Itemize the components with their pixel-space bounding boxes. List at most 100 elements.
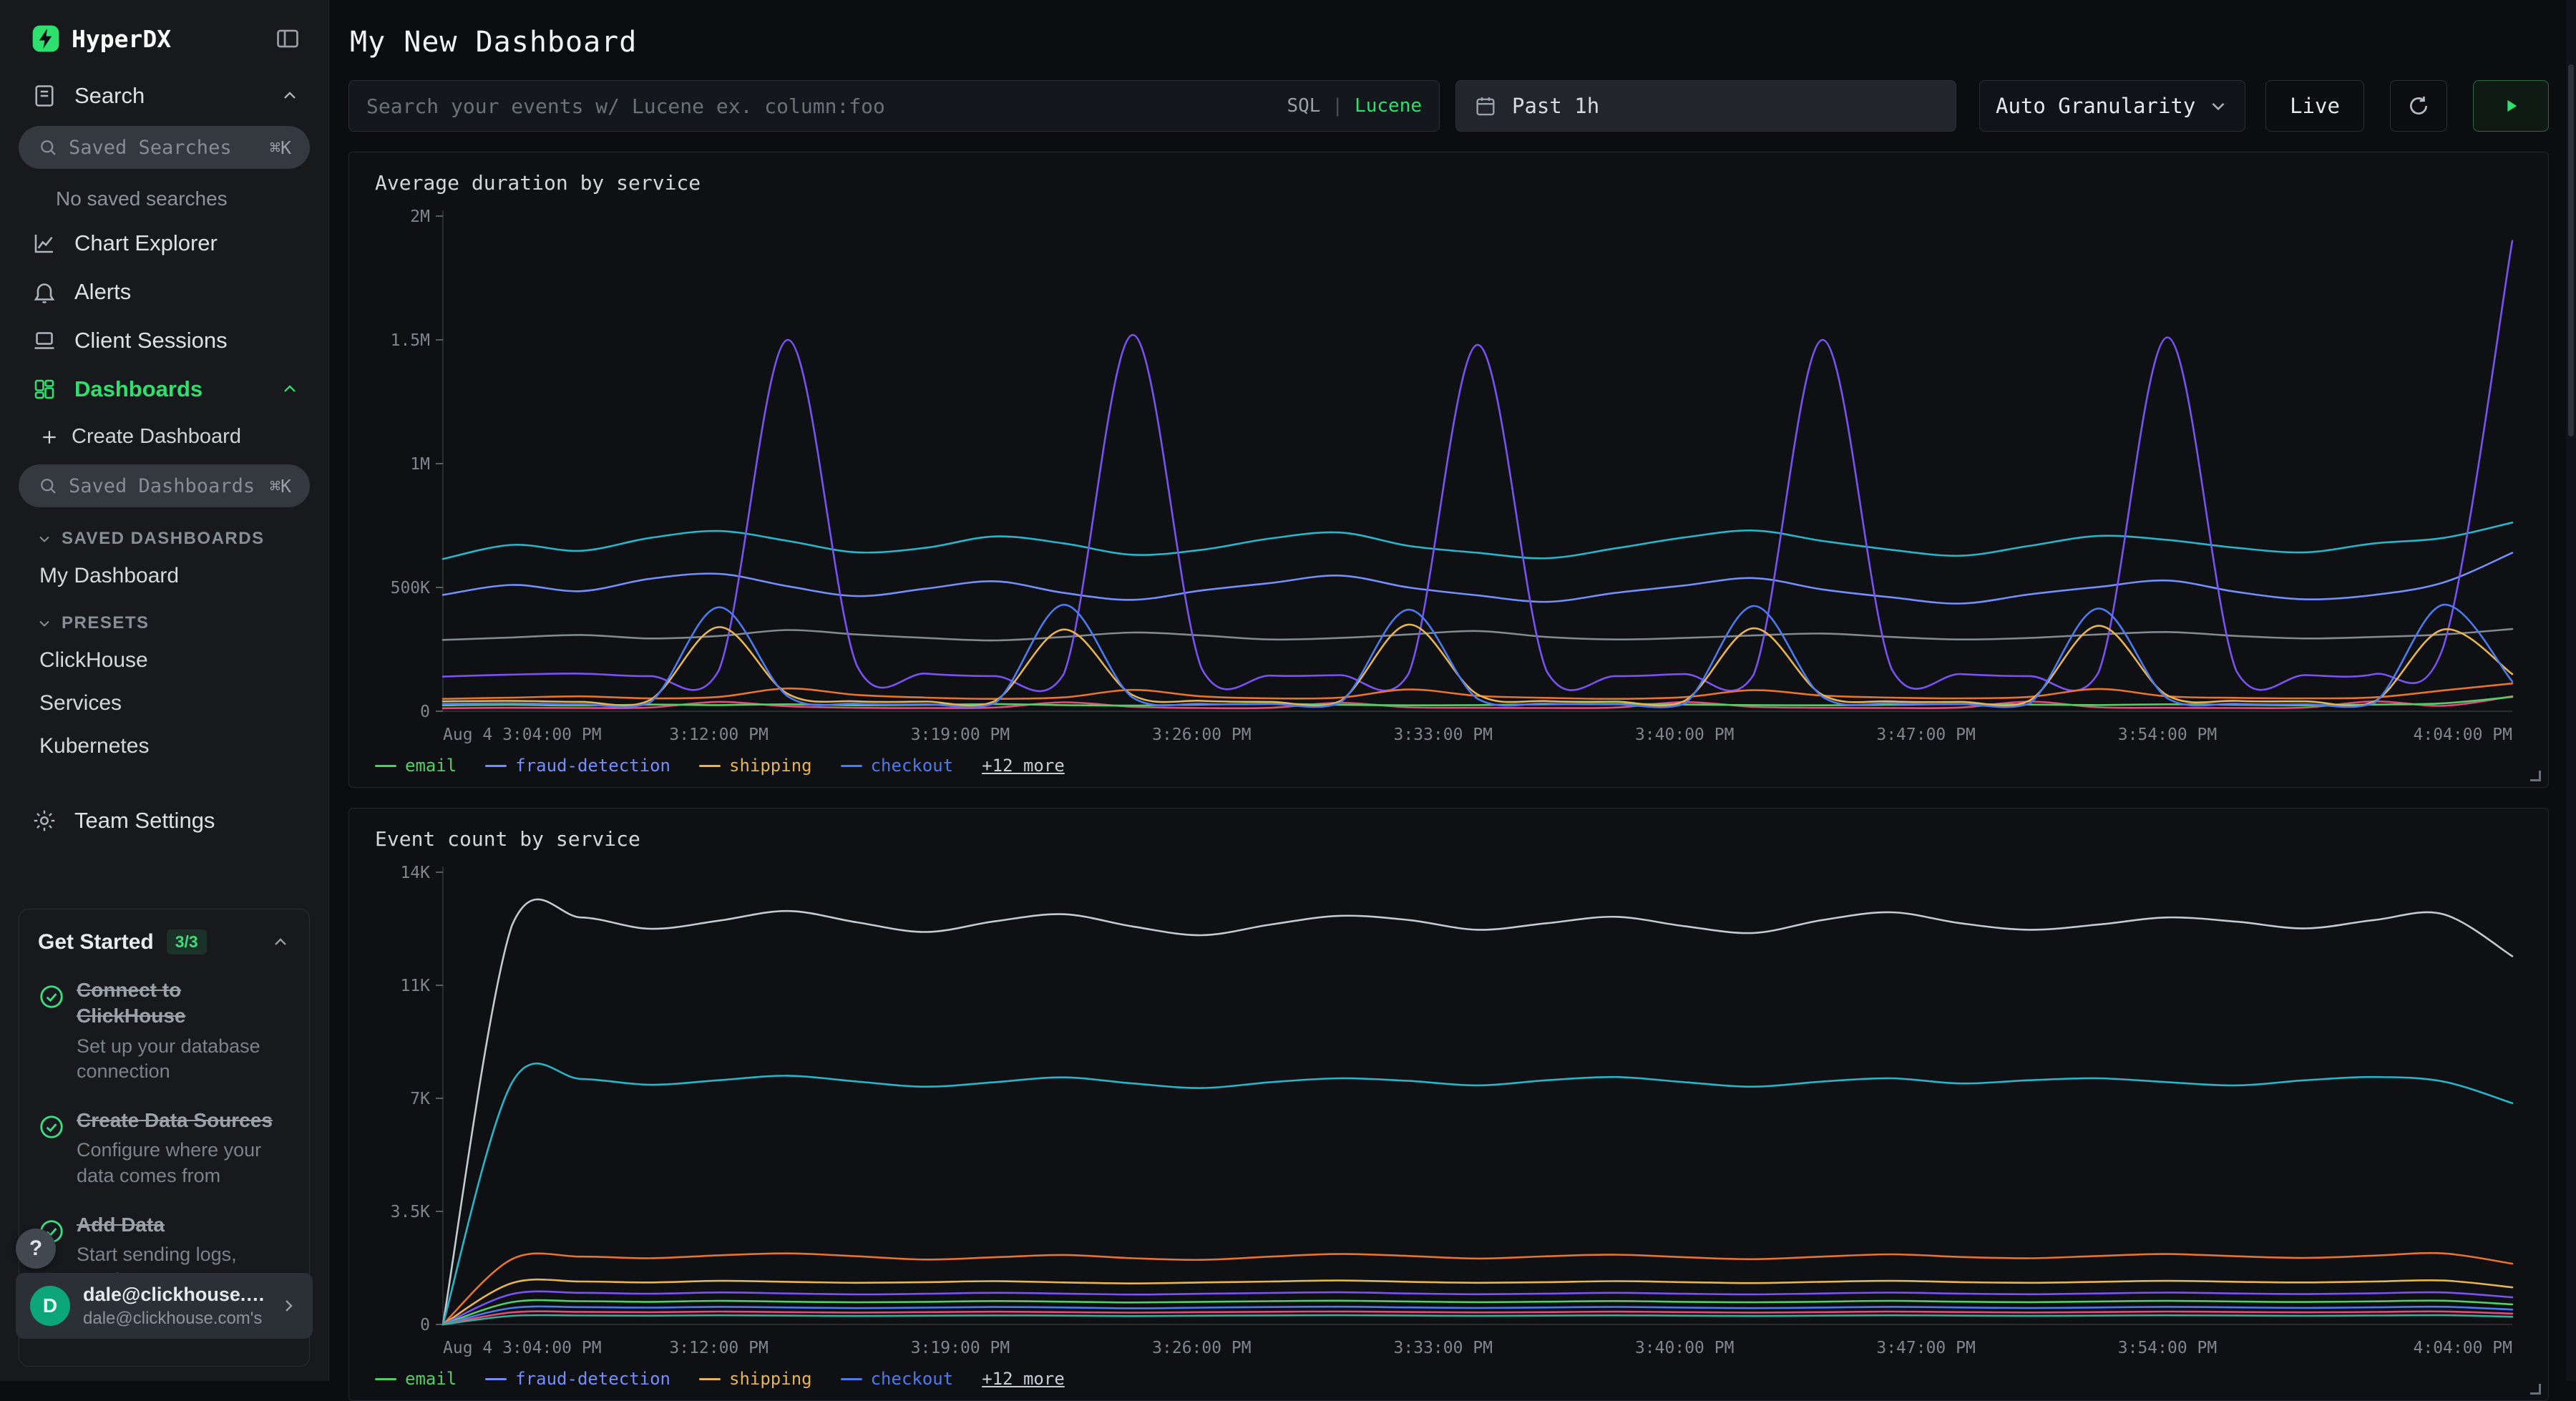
legend-swatch — [841, 1378, 862, 1380]
svg-text:1.5M: 1.5M — [391, 331, 430, 350]
sidebar-item-clickhouse[interactable]: ClickHouse — [0, 639, 328, 682]
panel-resize-handle[interactable] — [2530, 771, 2541, 781]
legend-item-checkout[interactable]: checkout — [841, 1369, 954, 1389]
scrollbar-thumb[interactable] — [2568, 64, 2574, 436]
granularity-value: Auto Granularity — [1996, 94, 2195, 118]
legend-item-email[interactable]: email — [375, 756, 457, 776]
sidebar-item-chart-explorer[interactable]: Chart Explorer — [0, 219, 328, 268]
presets-section-toggle[interactable]: PRESETS — [0, 597, 328, 639]
get-started-step-connect[interactable]: Connect to ClickHouse Set up your databa… — [38, 977, 291, 1085]
legend-swatch — [699, 765, 721, 767]
sidebar-item-kubernetes[interactable]: Kubernetes — [0, 725, 328, 768]
create-dashboard-label: Create Dashboard — [72, 425, 241, 449]
svg-text:3:12:00 PM: 3:12:00 PM — [669, 726, 768, 744]
sidebar-item-label: Chart Explorer — [74, 230, 218, 256]
create-dashboard-button[interactable]: Create Dashboard — [0, 414, 328, 459]
sidebar-item-label: Team Settings — [74, 808, 215, 834]
refresh-button[interactable] — [2390, 80, 2447, 132]
step-title: Connect to ClickHouse — [77, 977, 291, 1030]
legend-swatch — [485, 1378, 507, 1380]
refresh-icon — [2406, 94, 2431, 118]
svg-text:3:33:00 PM: 3:33:00 PM — [1394, 1339, 1493, 1357]
legend-swatch — [485, 765, 507, 767]
chart-title: Event count by service — [375, 827, 2522, 851]
sidebar-item-label: Search — [74, 83, 145, 109]
section-header-label: PRESETS — [62, 613, 150, 633]
legend-label: fraud-detection — [515, 1369, 670, 1389]
sidebar-item-client-sessions[interactable]: Client Sessions — [0, 316, 328, 365]
run-query-button[interactable] — [2473, 80, 2549, 132]
page-scrollbar[interactable] — [2566, 0, 2576, 1381]
sidebar-item-label: Dashboards — [74, 376, 203, 402]
section-header-label: SAVED DASHBOARDS — [62, 529, 265, 549]
legend-item-email[interactable]: email — [375, 1369, 457, 1389]
avatar: D — [30, 1286, 70, 1326]
sidebar-item-my-dashboard[interactable]: My Dashboard — [0, 555, 328, 597]
live-button[interactable]: Live — [2265, 80, 2364, 132]
legend-label: shipping — [729, 1369, 812, 1389]
svg-text:7K: 7K — [410, 1090, 430, 1108]
user-menu[interactable]: D dale@clickhouse.com dale@clickhouse.co… — [16, 1273, 313, 1339]
panel-resize-handle[interactable] — [2530, 1384, 2541, 1395]
language-toggle-sql[interactable]: SQL — [1287, 95, 1320, 117]
step-title: Add Data — [77, 1212, 291, 1238]
get-started-header[interactable]: Get Started 3/3 — [38, 929, 291, 955]
sidebar-item-search[interactable]: Search — [0, 72, 328, 120]
svg-text:3:19:00 PM: 3:19:00 PM — [911, 726, 1010, 744]
line-chart-avg-duration[interactable]: 0500K1M1.5M2MAug 4 3:04:00 PM3:12:00 PM3… — [375, 205, 2522, 748]
time-range-input[interactable]: Past 1h — [1455, 80, 1956, 132]
legend-label: checkout — [871, 1369, 954, 1389]
sidebar-item-services[interactable]: Services — [0, 682, 328, 725]
granularity-select[interactable]: Auto Granularity — [1979, 80, 2245, 132]
gear-icon — [31, 808, 57, 834]
chevron-up-icon — [280, 379, 300, 399]
sidebar-item-alerts[interactable]: Alerts — [0, 268, 328, 316]
sidebar-item-label: Alerts — [74, 279, 131, 305]
saved-searches-input[interactable]: Saved Searches ⌘K — [19, 126, 310, 169]
no-saved-searches-text: No saved searches — [0, 175, 328, 219]
shortcut-hint: ⌘K — [270, 137, 291, 158]
event-search-input[interactable]: Search your events w/ Lucene ex. column:… — [348, 80, 1440, 132]
sidebar-header: HyperDX — [0, 0, 328, 72]
svg-text:Aug 4 3:04:00 PM: Aug 4 3:04:00 PM — [443, 726, 602, 744]
saved-dashboards-input[interactable]: Saved Dashboards ⌘K — [19, 464, 310, 507]
chevron-up-icon — [270, 932, 291, 952]
user-email: dale@clickhouse.com — [83, 1284, 265, 1306]
legend-item-fraud-detection[interactable]: fraud-detection — [485, 756, 670, 776]
sidebar-item-dashboards[interactable]: Dashboards — [0, 365, 328, 414]
svg-text:4:04:00 PM: 4:04:00 PM — [2414, 726, 2512, 744]
chart-title: Average duration by service — [375, 171, 2522, 195]
help-button[interactable]: ? — [16, 1229, 56, 1269]
check-circle-icon — [38, 983, 65, 1014]
svg-text:500K: 500K — [391, 579, 431, 597]
collapse-sidebar-icon[interactable] — [274, 25, 301, 52]
language-separator: | — [1332, 95, 1343, 117]
chart-panel-event-count: Event count by service 03.5K7K11K14KAug … — [348, 808, 2549, 1401]
sidebar-item-label: Client Sessions — [74, 328, 228, 353]
sidebar: HyperDX Search Saved Searches ⌘K No save… — [0, 0, 329, 1381]
legend-swatch — [375, 1378, 396, 1380]
legend-item-shipping[interactable]: shipping — [699, 756, 812, 776]
get-started-step-sources[interactable]: Create Data Sources Configure where your… — [38, 1108, 291, 1189]
chevron-up-icon — [280, 86, 300, 106]
language-toggle-lucene[interactable]: Lucene — [1355, 95, 1422, 117]
svg-text:Aug 4 3:04:00 PM: Aug 4 3:04:00 PM — [443, 1339, 602, 1357]
saved-dashboards-section-toggle[interactable]: SAVED DASHBOARDS — [0, 513, 328, 555]
journal-icon — [31, 83, 57, 109]
get-started-title: Get Started — [38, 930, 154, 955]
sidebar-item-team-settings[interactable]: Team Settings — [0, 796, 328, 845]
svg-text:3:33:00 PM: 3:33:00 PM — [1394, 726, 1493, 744]
legend-item-shipping[interactable]: shipping — [699, 1369, 812, 1389]
legend-item-fraud-detection[interactable]: fraud-detection — [485, 1369, 670, 1389]
line-chart-event-count[interactable]: 03.5K7K11K14KAug 4 3:04:00 PM3:12:00 PM3… — [375, 861, 2522, 1362]
legend-more-link[interactable]: +12 more — [982, 756, 1065, 776]
hyperdx-logo-icon — [31, 24, 60, 53]
search-icon — [37, 137, 59, 158]
chart-icon — [31, 230, 57, 256]
svg-text:3:26:00 PM: 3:26:00 PM — [1152, 726, 1251, 744]
step-title: Create Data Sources — [77, 1108, 291, 1133]
check-circle-icon — [38, 1113, 65, 1144]
legend-item-checkout[interactable]: checkout — [841, 756, 954, 776]
legend-more-link[interactable]: +12 more — [982, 1369, 1065, 1389]
hyperdx-logo[interactable]: HyperDX — [31, 24, 171, 53]
